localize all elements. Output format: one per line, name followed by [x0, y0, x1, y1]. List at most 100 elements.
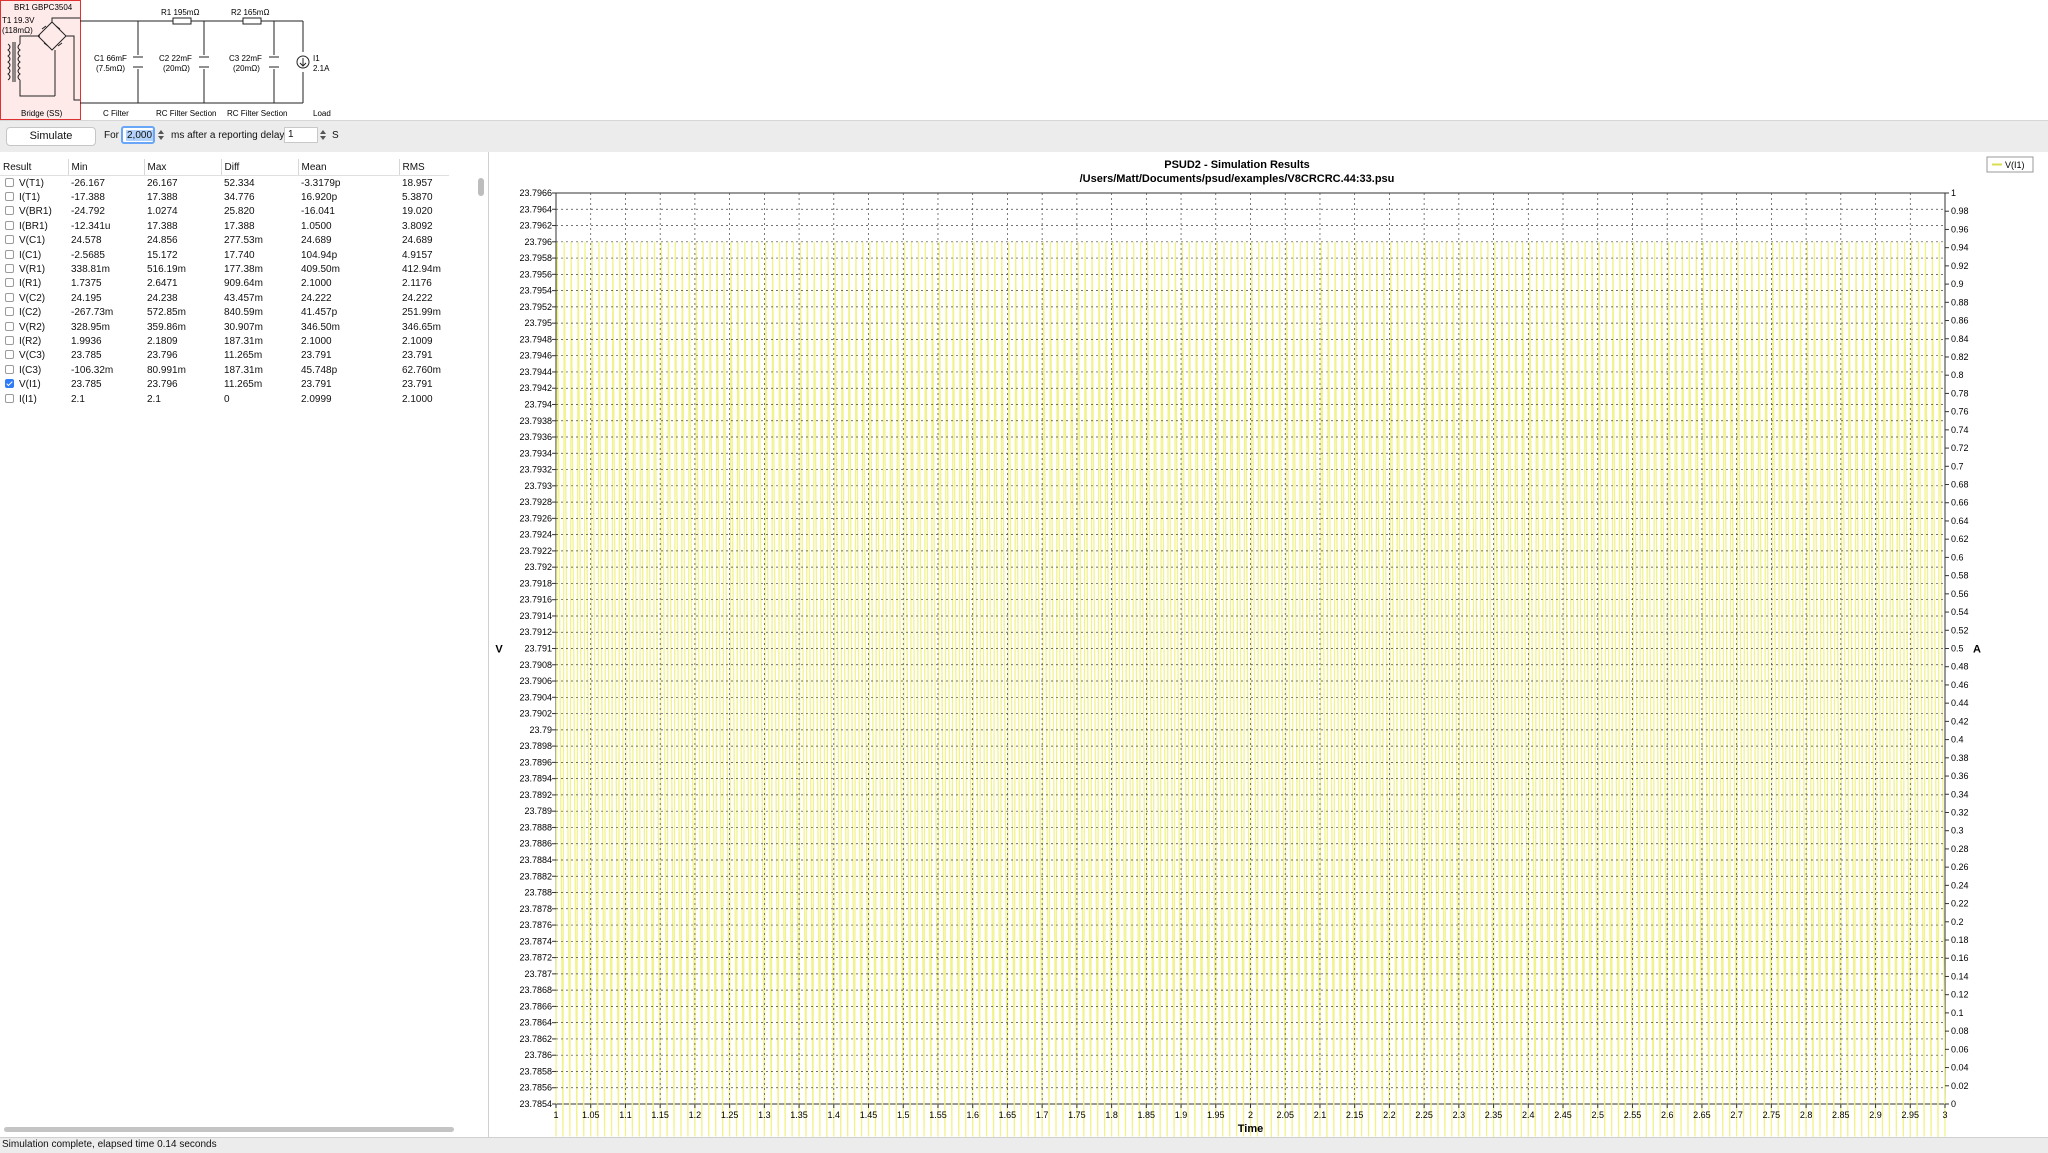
y2-tick-label: 0.12	[1951, 990, 1969, 1000]
result-name-cell: V(R1)	[0, 262, 68, 276]
result-row[interactable]: V(R1) 338.81m 516.19m 177.38m 409.50m 412.94m	[0, 262, 449, 276]
x-tick-label: 1.55	[929, 1110, 947, 1120]
result-row[interactable]: I(R2) 1.9936 2.1809 187.31m 2.1000 2.1009	[0, 334, 449, 348]
result-diff: 277.53m	[224, 235, 263, 247]
result-row[interactable]: I(T1) -17.388 17.388 34.776 16.920p 5.3870	[0, 190, 449, 204]
y2-tick-label: 0.96	[1951, 224, 1969, 234]
result-min: 338.81m	[71, 264, 110, 276]
result-row[interactable]: V(BR1) -24.792 1.0274 25.820 -16.041 19.020	[0, 205, 449, 219]
result-checkbox[interactable]	[5, 278, 14, 288]
y-tick-label: 23.788	[524, 888, 552, 898]
result-checkbox[interactable]	[5, 321, 14, 331]
result-rms: 5.3870	[402, 192, 433, 204]
result-row[interactable]: I(BR1) -12.341u 17.388 17.388 1.0500 3.8092	[0, 219, 449, 233]
x-tick-label: 2.6	[1661, 1110, 1674, 1120]
y-tick-label: 23.7948	[519, 334, 552, 344]
y2-tick-label: 0.94	[1951, 243, 1969, 253]
result-diff: 52.334	[224, 177, 255, 189]
result-checkbox[interactable]	[5, 350, 14, 360]
results-horizontal-scrollbar[interactable]	[4, 1127, 454, 1132]
result-min: 1.9936	[71, 335, 102, 347]
result-row[interactable]: V(T1) -26.167 26.167 52.334 -3.3179p 18.957	[0, 176, 449, 191]
section-bridge: Bridge (SS)	[21, 109, 63, 118]
result-name: V(T1)	[19, 177, 44, 189]
y-tick-label: 23.7912	[519, 627, 552, 637]
result-checkbox[interactable]	[5, 379, 14, 389]
col-min[interactable]: Min	[68, 159, 145, 176]
result-checkbox[interactable]	[5, 264, 14, 274]
col-diff[interactable]: Diff	[221, 159, 299, 176]
duration-stepper[interactable]	[157, 128, 165, 144]
y2-tick-label: 0.02	[1951, 1081, 1969, 1091]
result-name-cell: V(R2)	[0, 320, 68, 334]
result-checkbox[interactable]	[5, 307, 14, 317]
y-tick-label: 23.7914	[519, 611, 552, 621]
result-row[interactable]: V(C1) 24.578 24.856 277.53m 24.689 24.689	[0, 234, 449, 248]
result-row[interactable]: V(C3) 23.785 23.796 11.265m 23.791 23.791	[0, 349, 449, 363]
result-row[interactable]: V(R2) 328.95m 359.86m 30.907m 346.50m 346.65m	[0, 320, 449, 334]
result-min: 1.7375	[71, 278, 102, 290]
section-rc-filter-2: RC Filter Section	[227, 109, 287, 118]
result-checkbox[interactable]	[5, 292, 14, 302]
result-row[interactable]: I(C2) -267.73m 572.85m 840.59m 41.457p 251.99…	[0, 306, 449, 320]
result-checkbox[interactable]	[5, 206, 14, 216]
result-row[interactable]: V(I1) 23.785 23.796 11.265m 23.791 23.791	[0, 377, 449, 391]
duration-field[interactable]: 2,000	[121, 126, 155, 144]
result-checkbox[interactable]	[5, 192, 14, 202]
result-mean: 41.457p	[301, 307, 338, 319]
plot-layer: 1 1.05 1.1 1.15 1.2 1.25 1.3 1.35 1.4 1.45 1.5 1.55…	[495, 188, 1981, 1138]
col-max[interactable]: Max	[144, 159, 222, 176]
result-checkbox[interactable]	[5, 249, 14, 259]
y-tick-label: 23.7944	[519, 367, 552, 377]
y-tick-label: 23.793	[524, 481, 552, 491]
col-mean[interactable]: Mean	[298, 159, 400, 176]
result-mean: 23.791	[301, 350, 332, 362]
col-result[interactable]: Result	[0, 159, 69, 176]
x-tick-label: 2.35	[1485, 1110, 1503, 1120]
result-diff: 17.740	[224, 249, 255, 261]
c1-label: C1 66mF	[94, 54, 127, 63]
delay-stepper[interactable]	[319, 128, 327, 144]
result-name-cell: V(C2)	[0, 291, 68, 305]
result-checkbox[interactable]	[5, 220, 14, 230]
result-mean: -3.3179p	[301, 177, 341, 189]
circuit-schematic: BR1 GBPC3504 T1 19.3V (118mΩ) Bridge (SS…	[0, 0, 2048, 121]
result-row[interactable]: I(C3) -106.32m 80.991m 187.31m 45.748p 62.760…	[0, 363, 449, 377]
result-row[interactable]: I(I1) 2.1 2.1 0 2.0999 2.1000	[0, 392, 449, 406]
result-max: 17.388	[147, 220, 178, 232]
y2-tick-label: 0.78	[1951, 388, 1969, 398]
result-checkbox[interactable]	[5, 393, 14, 403]
result-rms: 2.1009	[402, 335, 433, 347]
y-tick-label: 23.7916	[519, 595, 552, 605]
result-name: I(C3)	[19, 364, 42, 376]
x-tick-label: 2.95	[1902, 1110, 1920, 1120]
result-checkbox[interactable]	[5, 364, 14, 374]
delay-field[interactable]: 1	[284, 127, 318, 143]
result-max: 2.1809	[147, 335, 178, 347]
result-checkbox[interactable]	[5, 335, 14, 345]
y-tick-label: 23.7962	[519, 221, 552, 231]
result-row[interactable]: V(C2) 24.195 24.238 43.457m 24.222 24.222	[0, 291, 449, 305]
col-rms[interactable]: RMS	[399, 159, 449, 176]
result-diff: 43.457m	[224, 292, 263, 304]
x-tick-label: 2.25	[1415, 1110, 1433, 1120]
y2-tick-label: 0.36	[1951, 771, 1969, 781]
y-tick-label: 23.7918	[519, 578, 552, 588]
y2-tick-label: 0.58	[1951, 571, 1969, 581]
y2-tick-label: 0.28	[1951, 844, 1969, 854]
result-max: 23.796	[147, 350, 178, 362]
result-checkbox[interactable]	[5, 177, 14, 187]
results-vertical-scrollbar[interactable]	[478, 178, 484, 196]
result-checkbox[interactable]	[5, 235, 14, 245]
results-table: Result Min Max Diff Mean RMS V(T1) -26.16…	[0, 159, 449, 406]
x-tick-label: 2.3	[1453, 1110, 1466, 1120]
y2-tick-label: 0.98	[1951, 206, 1969, 216]
x-tick-label: 2.2	[1383, 1110, 1396, 1120]
result-row[interactable]: I(R1) 1.7375 2.6471 909.64m 2.1000 2.1176	[0, 277, 449, 291]
y2-tick-label: 0.6	[1951, 552, 1964, 562]
result-diff: 11.265m	[224, 350, 263, 362]
y-tick-label: 23.7898	[519, 741, 552, 751]
simulate-button[interactable]: Simulate	[6, 127, 96, 146]
result-row[interactable]: I(C1) -2.5685 15.172 17.740 104.94p 4.9157	[0, 248, 449, 262]
result-rms: 3.8092	[402, 220, 433, 232]
